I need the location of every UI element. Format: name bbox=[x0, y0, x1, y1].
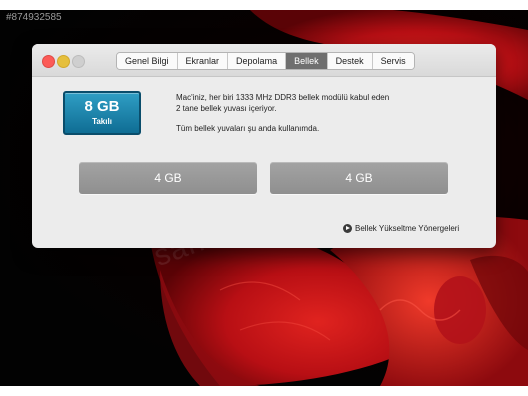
info-line-3: Tüm bellek yuvaları şu anda kullanımda. bbox=[176, 124, 320, 133]
memory-upgrade-link[interactable]: Bellek Yükseltme Yönergeleri bbox=[343, 224, 459, 233]
memory-info-text: Mac'iniz, her biri 1333 MHz DDR3 bellek … bbox=[176, 92, 476, 134]
stock-id-label: #874932585 bbox=[6, 12, 62, 23]
minimize-button[interactable] bbox=[57, 55, 70, 68]
tab-bar: Genel Bilgi Ekranlar Depolama Bellek Des… bbox=[116, 52, 415, 70]
memory-size: 8 GB bbox=[84, 98, 120, 115]
memory-panel: 8 GB Takılı Mac'iniz, her biri 1333 MHz … bbox=[32, 77, 496, 248]
tab-depolama[interactable]: Depolama bbox=[228, 53, 287, 69]
memory-module-icon: 8 GB Takılı bbox=[63, 91, 141, 135]
image-border-top bbox=[0, 0, 528, 10]
upgrade-link-label: Bellek Yükseltme Yönergeleri bbox=[355, 224, 460, 233]
memory-slot-2: 4 GB bbox=[270, 162, 448, 194]
memory-state: Takılı bbox=[92, 117, 112, 126]
tab-servis[interactable]: Servis bbox=[372, 53, 414, 69]
zoom-button[interactable] bbox=[72, 55, 85, 68]
tab-genel-bilgi[interactable]: Genel Bilgi bbox=[117, 53, 178, 69]
close-button[interactable] bbox=[42, 55, 55, 68]
image-border-bottom bbox=[0, 386, 528, 396]
memory-slot-1: 4 GB bbox=[79, 162, 257, 194]
window-titlebar[interactable]: Genel Bilgi Ekranlar Depolama Bellek Des… bbox=[32, 44, 496, 77]
tab-destek[interactable]: Destek bbox=[327, 53, 373, 69]
tab-ekranlar[interactable]: Ekranlar bbox=[177, 53, 229, 69]
tab-bellek[interactable]: Bellek bbox=[286, 53, 328, 69]
about-this-mac-window: Genel Bilgi Ekranlar Depolama Bellek Des… bbox=[32, 44, 496, 248]
info-line-2: 2 tane bellek yuvası içeriyor. bbox=[176, 104, 277, 113]
arrow-right-circle-icon bbox=[343, 224, 352, 233]
info-line-1: Mac'iniz, her biri 1333 MHz DDR3 bellek … bbox=[176, 93, 390, 102]
